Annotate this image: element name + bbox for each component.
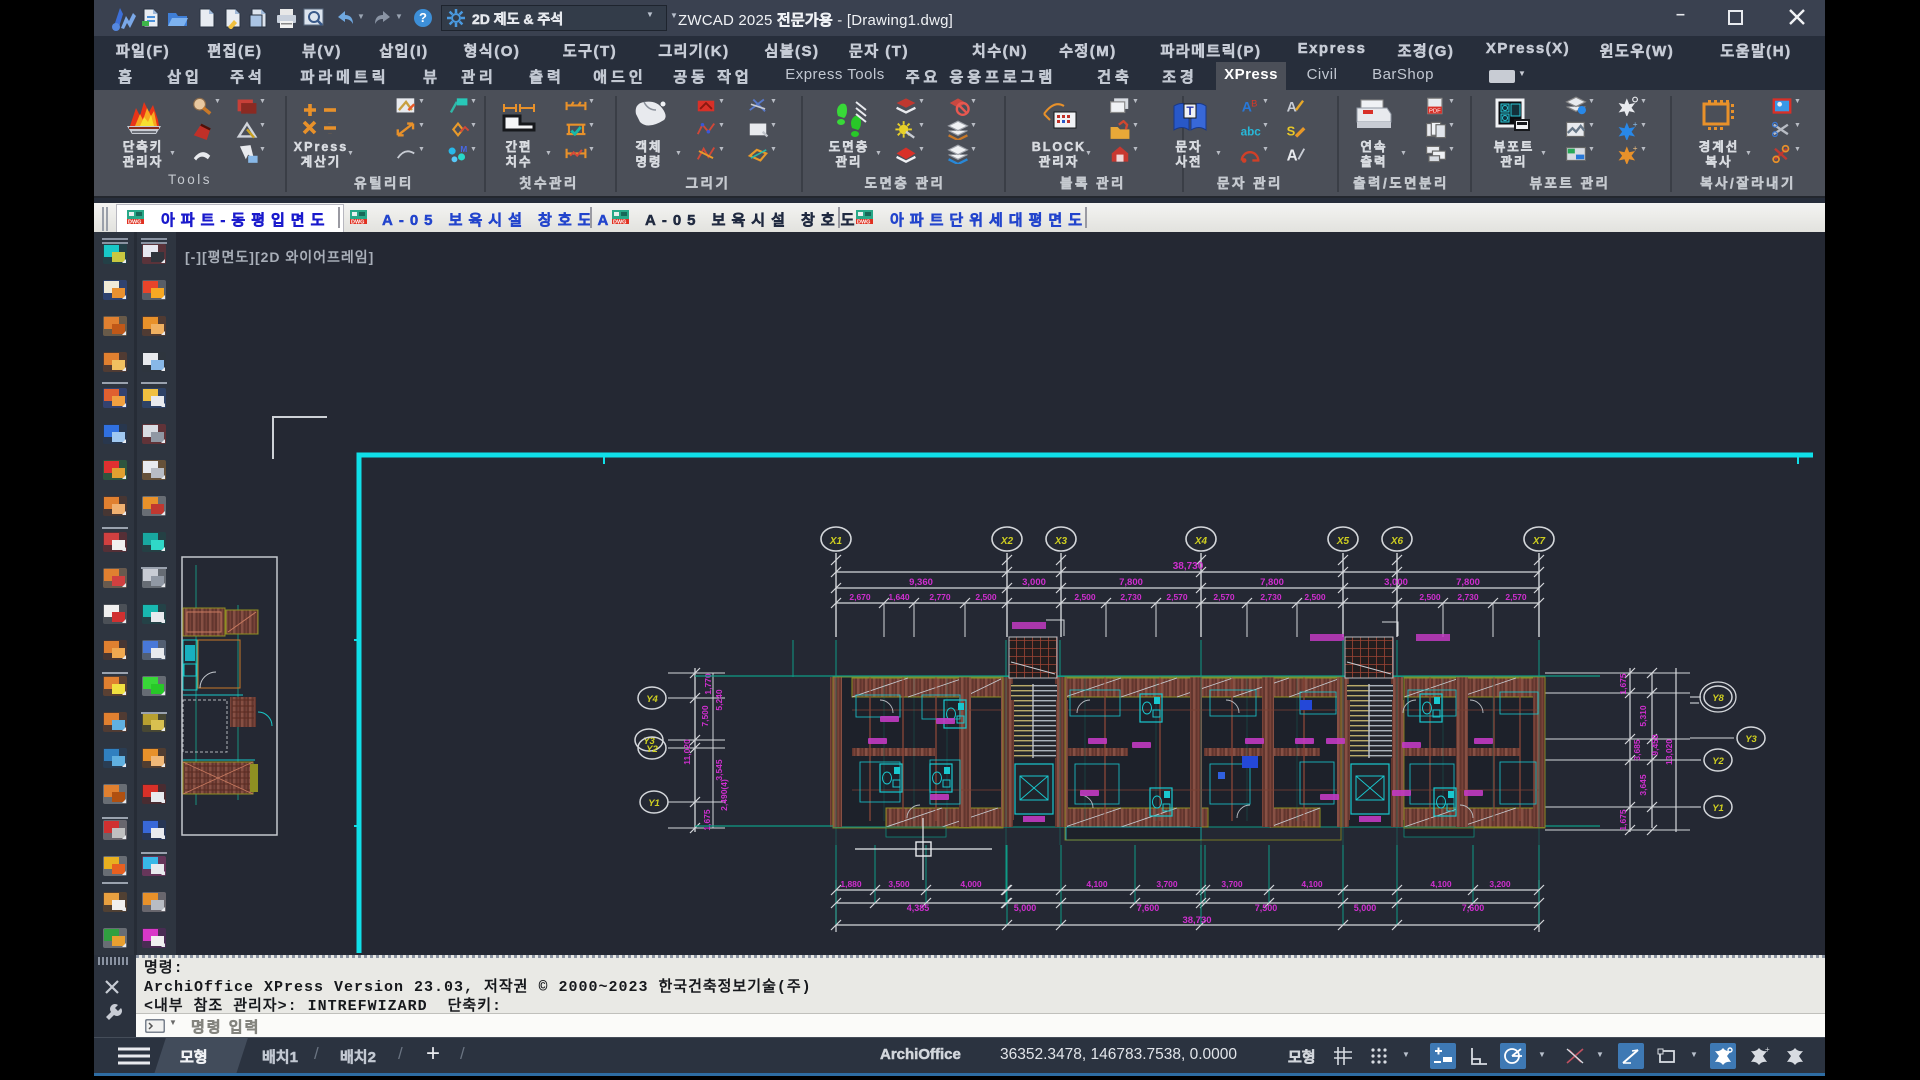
svg-text:4,000: 4,000 [960, 879, 982, 889]
svg-text:2,730: 2,730 [1120, 592, 1142, 602]
svg-text:3,645: 3,645 [1638, 774, 1648, 796]
svg-text:X6: X6 [1390, 536, 1404, 547]
svg-text:4,385: 4,385 [907, 903, 930, 913]
svg-text:3,700: 3,700 [1221, 879, 1243, 889]
svg-text:1,880: 1,880 [840, 879, 862, 889]
svg-text:[-][평면도][2D 와이어프레임]: [-][평면도][2D 와이어프레임] [185, 249, 374, 265]
svg-text:3,000: 3,000 [1022, 577, 1046, 588]
svg-text:2,500: 2,500 [1304, 592, 1326, 602]
svg-text:Y2: Y2 [1712, 756, 1724, 767]
svg-text:2,730: 2,730 [1457, 592, 1479, 602]
svg-text:abc: abc [1241, 125, 1262, 138]
svg-text:2,500: 2,500 [1419, 592, 1441, 602]
svg-text:2,670: 2,670 [849, 592, 871, 602]
svg-text:M: M [460, 145, 467, 154]
svg-text:7,800: 7,800 [1260, 577, 1284, 588]
svg-text:9,360: 9,360 [909, 577, 933, 588]
svg-text:9,450: 9,450 [1650, 734, 1660, 756]
svg-text:Y3: Y3 [1745, 734, 1757, 745]
svg-text:3,545: 3,545 [714, 759, 724, 781]
svg-text:+: + [1765, 1045, 1770, 1054]
svg-text:+: + [1633, 120, 1638, 129]
svg-text:Y8: Y8 [1712, 693, 1724, 704]
svg-text:X7: X7 [1532, 536, 1546, 547]
svg-text:Y4: Y4 [646, 694, 658, 705]
svg-text:7,800: 7,800 [1119, 577, 1143, 588]
svg-text:2,570: 2,570 [1505, 592, 1527, 602]
svg-text:7,600: 7,600 [1462, 903, 1485, 913]
svg-text:2,490(4): 2,490(4) [719, 779, 729, 811]
svg-text:5,310: 5,310 [1638, 705, 1648, 727]
svg-text:2,570: 2,570 [1213, 592, 1235, 602]
svg-text:2,570: 2,570 [1166, 592, 1188, 602]
svg-text:A: A [1287, 98, 1297, 114]
svg-text:1,675: 1,675 [1618, 809, 1628, 831]
svg-text:1,640: 1,640 [888, 592, 910, 602]
svg-text:4,100: 4,100 [1086, 879, 1108, 889]
svg-text:1,675: 1,675 [702, 809, 712, 831]
svg-text:X3: X3 [1054, 536, 1068, 547]
svg-text:DWG: DWG [613, 220, 626, 225]
svg-text:4,100: 4,100 [1430, 879, 1452, 889]
svg-text:Y2: Y2 [646, 744, 658, 755]
svg-text:7,800: 7,800 [1456, 577, 1480, 588]
svg-text:DWG: DWG [351, 220, 364, 225]
svg-text:2,730: 2,730 [1260, 592, 1282, 602]
svg-text:7,500: 7,500 [1255, 903, 1278, 913]
svg-text:13,020: 13,020 [1664, 739, 1674, 765]
svg-text:3,000: 3,000 [1384, 577, 1408, 588]
svg-text:4,100: 4,100 [1301, 879, 1323, 889]
svg-text:2,500: 2,500 [975, 592, 997, 602]
svg-text:3,700: 3,700 [1156, 879, 1178, 889]
svg-text:DWG: DWG [128, 220, 141, 225]
svg-text:B: B [1251, 98, 1257, 109]
svg-text:X2: X2 [1000, 536, 1014, 547]
svg-text:3,685: 3,685 [1632, 739, 1642, 761]
svg-text:5,000: 5,000 [1014, 903, 1037, 913]
svg-text:Y1: Y1 [648, 798, 660, 809]
svg-text:X5: X5 [1336, 536, 1350, 547]
svg-text:3,500: 3,500 [888, 879, 910, 889]
svg-text:S: S [1287, 123, 1296, 138]
svg-text:Y1: Y1 [1712, 803, 1724, 814]
svg-text:7,600: 7,600 [1137, 903, 1160, 913]
svg-text:5,000: 5,000 [1354, 903, 1377, 913]
svg-text:7,500: 7,500 [700, 705, 710, 727]
svg-text:2,770: 2,770 [929, 592, 951, 602]
svg-text:X4: X4 [1194, 536, 1208, 547]
svg-text:2,500: 2,500 [1074, 592, 1096, 602]
svg-text:11,020: 11,020 [682, 739, 692, 765]
svg-text:38,730: 38,730 [1173, 561, 1204, 572]
svg-text:3,200: 3,200 [1489, 879, 1511, 889]
svg-text:X1: X1 [829, 536, 843, 547]
svg-text:1,675: 1,675 [1618, 673, 1628, 695]
svg-text:?: ? [419, 10, 427, 25]
svg-text:38,730: 38,730 [1182, 915, 1211, 926]
svg-text:PDF: PDF [1429, 108, 1441, 114]
svg-text:T: T [1186, 104, 1194, 118]
svg-text:+: + [1633, 144, 1638, 153]
svg-text:5,240: 5,240 [714, 689, 724, 711]
svg-text:A: A [1287, 147, 1298, 164]
